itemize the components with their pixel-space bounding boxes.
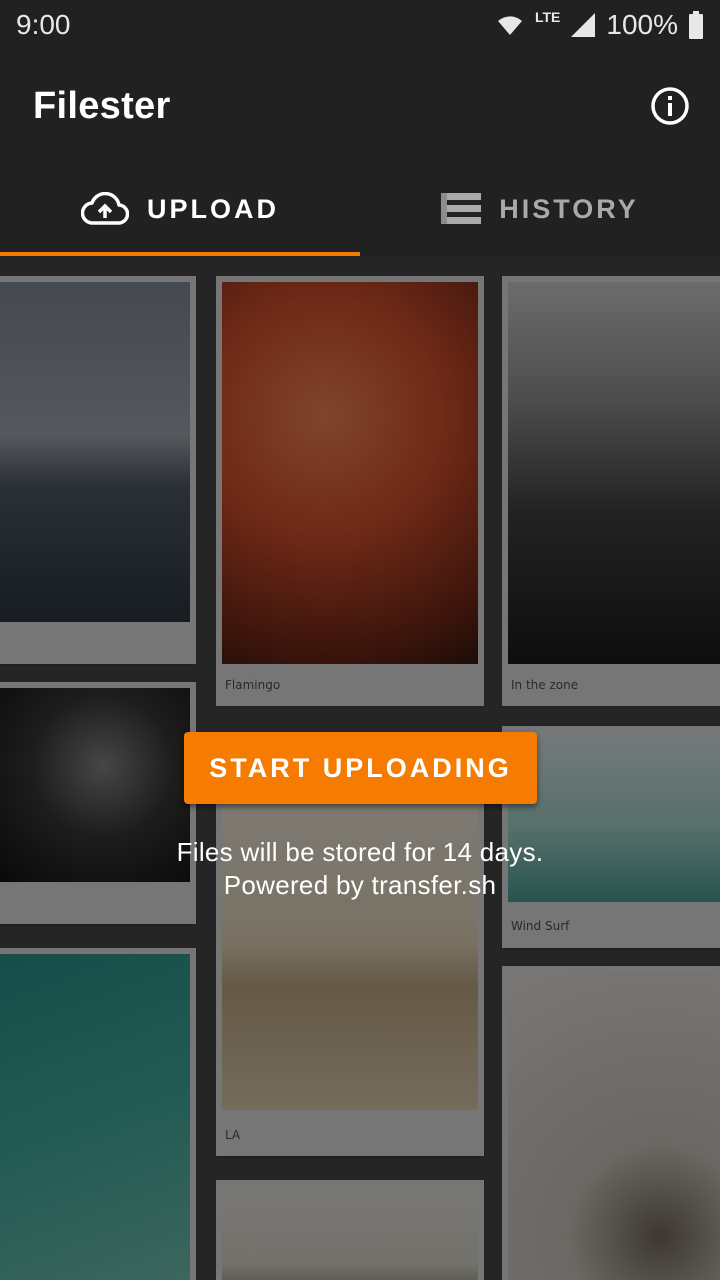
storage-info: Files will be stored for 14 days. Powere… xyxy=(0,836,720,902)
battery-icon xyxy=(689,11,703,39)
storage-info-line1: Files will be stored for 14 days. xyxy=(176,837,544,867)
cloud-upload-icon xyxy=(81,192,129,225)
tab-upload-label: UPLOAD xyxy=(147,193,279,224)
list-icon xyxy=(441,193,482,224)
network-type: LTE xyxy=(534,9,561,25)
info-icon xyxy=(651,87,689,125)
gallery-background: Flamingo LA In the zone Wind Surf START … xyxy=(0,256,720,1280)
info-button[interactable] xyxy=(648,84,692,128)
battery-percent: 100% xyxy=(606,9,678,40)
app-title: Filester xyxy=(33,84,171,127)
status-icons: LTE 100% xyxy=(495,9,704,41)
status-time: 9:00 xyxy=(16,9,71,40)
storage-info-line2: Powered by transfer.sh xyxy=(223,870,497,900)
status-bar: 9:00 LTE 100% xyxy=(0,0,720,50)
signal-icon xyxy=(571,13,596,37)
tab-upload[interactable]: UPLOAD xyxy=(0,162,360,256)
start-uploading-button[interactable]: START UPLOADING xyxy=(184,732,537,804)
tab-history[interactable]: HISTORY xyxy=(360,162,720,256)
tab-history-label: HISTORY xyxy=(499,193,639,224)
wifi-icon xyxy=(497,16,522,35)
app-bar: Filester xyxy=(0,50,720,162)
tab-bar: UPLOAD HISTORY xyxy=(0,162,720,256)
